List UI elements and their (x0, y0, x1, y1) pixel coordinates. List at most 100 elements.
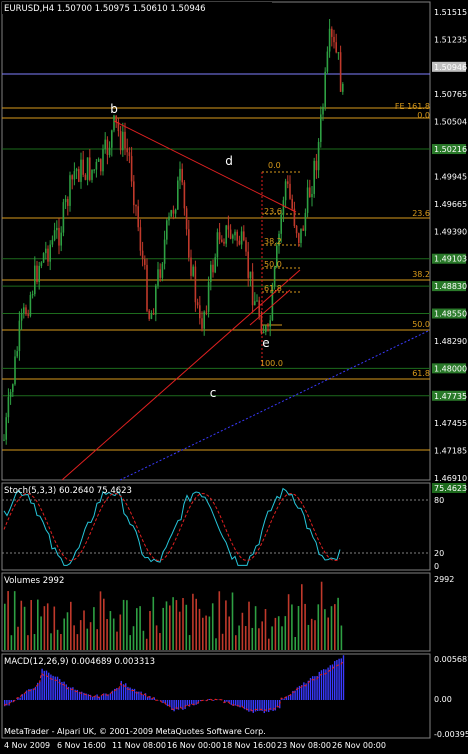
volume-bar (93, 607, 95, 650)
price-tick-label: 1.50216 (434, 145, 467, 154)
candle-body (309, 188, 311, 198)
price-tick-label: 1.47455 (434, 419, 467, 428)
volume-bar (133, 626, 135, 650)
candle-body (285, 181, 287, 200)
candle-body (329, 29, 331, 52)
macd-bar (283, 699, 284, 700)
macd-bar (11, 700, 12, 702)
candle-body (302, 229, 304, 231)
candle-body (239, 241, 241, 245)
chart-canvas[interactable]: b d e c FE 161.8 0.0 23.6 38.2 50.0 61.8… (0, 0, 468, 750)
candle-body (228, 225, 230, 229)
volume-bar (192, 594, 194, 650)
volume-bar (301, 584, 303, 650)
candle-body (186, 208, 188, 229)
candle-body (197, 302, 199, 305)
candle-body (5, 417, 7, 440)
volume-bar (153, 597, 155, 650)
time-label-0: 4 Nov 2009 (4, 741, 50, 750)
candle-body (331, 29, 333, 37)
volume-bar (143, 631, 145, 650)
volume-bar (298, 606, 300, 650)
fib-right-23: 23.6 (412, 209, 430, 218)
candle-body (173, 210, 175, 214)
candle-body (67, 199, 69, 206)
candle-body (243, 231, 245, 240)
candle-body (124, 132, 126, 148)
candle-body (89, 157, 91, 179)
stoch-tick-0: 0 (434, 562, 439, 571)
candle-body (115, 115, 117, 121)
macd-bar (52, 676, 53, 700)
candle-body (34, 266, 36, 294)
volume-bar (242, 613, 244, 650)
volume-bar (324, 609, 326, 650)
candle-body (164, 240, 166, 264)
macd-bar (61, 682, 62, 700)
candle-body (247, 252, 249, 278)
macd-bar (167, 700, 168, 706)
candle-body (338, 52, 340, 53)
price-tick-label: 1.48000 (434, 364, 467, 373)
candle-body (36, 266, 38, 282)
volume-bar (179, 612, 181, 650)
candle-body (190, 258, 192, 276)
volume-bar (341, 626, 343, 650)
candle-body (131, 156, 133, 181)
macd-tick-zero: 0.00 (434, 695, 452, 704)
macd-title: MACD(12,26,9) 0.004689 0.003313 (4, 657, 155, 667)
time-label-5: 23 Nov 08:00 (277, 741, 331, 750)
candle-body (54, 230, 56, 240)
candle-body (65, 199, 67, 202)
fib-inner-0: 0.0 (268, 161, 281, 170)
candle-body (74, 171, 76, 179)
main-price-pane[interactable]: b d e c FE 161.8 0.0 23.6 38.2 50.0 61.8… (2, 2, 430, 480)
macd-bar (162, 700, 163, 703)
volume-bar (113, 619, 115, 650)
volume-bar (225, 600, 227, 650)
fib-inner-50: 50.0 (264, 260, 282, 269)
volume-bar (120, 615, 122, 650)
macd-bar (195, 700, 196, 705)
candle-body (140, 227, 142, 250)
macd-bar (319, 672, 320, 700)
candle-body (214, 257, 216, 272)
price-tick-label: 1.50765 (434, 90, 467, 99)
volume-bar (96, 629, 98, 650)
volume-pane[interactable]: Volumes 2992 2992 (2, 573, 454, 651)
macd-bar (101, 695, 102, 700)
candle-body (100, 159, 102, 171)
candle-body (327, 52, 329, 72)
macd-pane[interactable]: MACD(12,26,9) 0.004689 0.003313 0.005687… (2, 654, 468, 739)
candle-body (63, 202, 65, 232)
macd-bar (341, 658, 342, 700)
macd-bar (343, 655, 344, 700)
candle-body (148, 311, 150, 319)
volume-bars (4, 582, 342, 650)
volume-bar (77, 634, 79, 650)
candle-body (16, 351, 18, 356)
volume-bar (44, 606, 46, 650)
volume-bar (202, 618, 204, 650)
candle-body (311, 194, 313, 197)
macd-bar (39, 681, 40, 700)
candle-body (320, 114, 322, 141)
volume-bar (129, 635, 131, 650)
stoch-pane-border (2, 483, 430, 570)
candle-body (85, 175, 87, 180)
volume-bar (205, 616, 207, 650)
dotted-channel-line[interactable] (120, 330, 430, 480)
macd-bar (327, 668, 328, 700)
candle-body (342, 84, 344, 92)
trendline-c-support[interactable] (62, 270, 300, 480)
stochastic-pane[interactable]: Stoch(5,3,3) 60.2640 75.4623 100 75.4623… (2, 483, 467, 571)
volume-bar (149, 611, 151, 650)
candle-body (184, 182, 186, 208)
volume-bar (14, 591, 16, 650)
macd-bar (209, 699, 210, 700)
candle-body (305, 213, 307, 231)
candle-body (241, 231, 243, 244)
volume-tick: 2992 (434, 575, 454, 584)
fe-label: FE 161.8 (395, 102, 430, 111)
fib-right-0: 0.0 (417, 111, 430, 120)
